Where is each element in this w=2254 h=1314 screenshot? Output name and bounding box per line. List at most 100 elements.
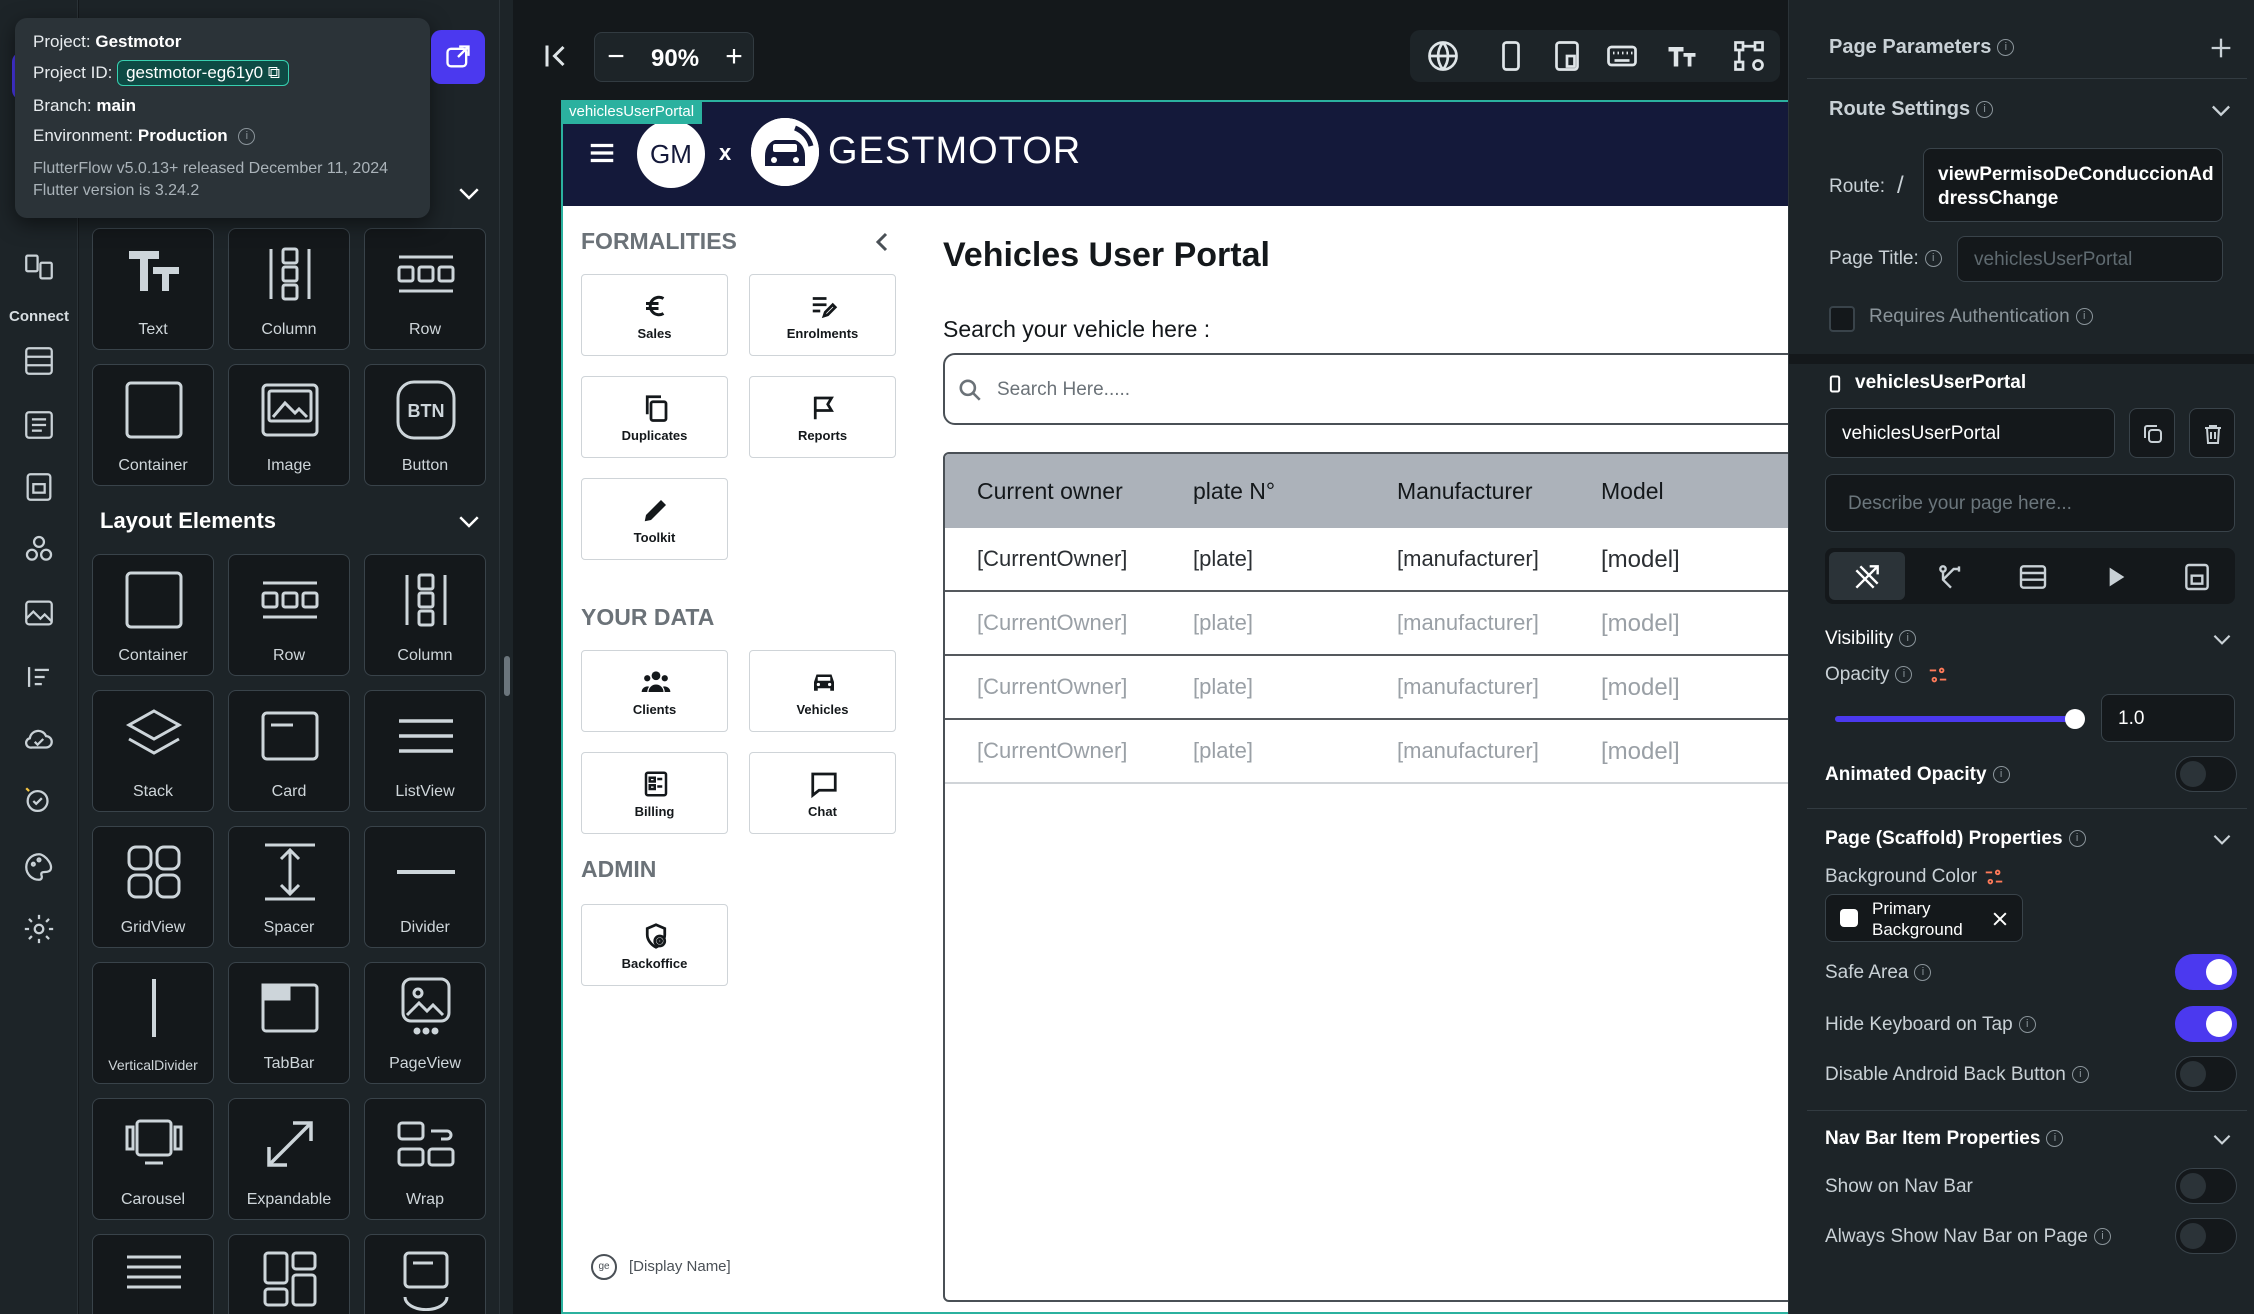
menu-tile-toolkit[interactable]: Toolkit [581, 478, 728, 560]
collapse-panel-icon[interactable] [538, 38, 574, 74]
opacity-slider-track[interactable] [1835, 709, 2085, 729]
text-scale-icon[interactable] [1664, 38, 1700, 74]
phone-icon[interactable] [1493, 38, 1529, 74]
menu-tile-reports[interactable]: Reports [749, 376, 896, 458]
zoom-in-button[interactable]: + [719, 42, 749, 73]
chevron-down-icon[interactable] [2209, 826, 2235, 852]
custom-code-icon[interactable] [22, 660, 56, 694]
widget-tile-button[interactable]: BTN Button [364, 364, 486, 486]
widget-tile-container[interactable]: Container [92, 554, 214, 676]
project-id-badge[interactable]: gestmotor-eg61y0 ⧉ [117, 60, 289, 86]
menu-tile-sales[interactable]: Sales [581, 274, 728, 356]
settings-icon[interactable] [22, 912, 56, 946]
integrations-icon[interactable] [22, 532, 56, 566]
chevron-down-icon[interactable] [454, 178, 484, 208]
table-row[interactable]: [CurrentOwner] [plate] [manufacturer] [m… [945, 592, 1788, 656]
variable-icon[interactable] [1927, 664, 1949, 686]
route-settings-heading[interactable]: Route Settings i [1829, 98, 1994, 121]
widget-tile-more[interactable] [92, 1234, 214, 1314]
backend-query-icon[interactable] [2017, 561, 2049, 593]
opacity-input[interactable]: 1.0 [2101, 694, 2235, 742]
add-icon[interactable] [2207, 34, 2235, 62]
widget-tile-more[interactable] [228, 1234, 350, 1314]
page-parameters-heading[interactable]: Page Parameters i [1829, 36, 2015, 59]
menu-tile-vehicles[interactable]: Vehicles [749, 650, 896, 732]
zoom-out-button[interactable]: − [601, 42, 631, 73]
play-icon[interactable] [2099, 561, 2131, 593]
variable-icon[interactable] [1983, 866, 2005, 888]
widget-tile-tabbar[interactable]: TabBar [228, 962, 350, 1084]
layout-inspect-icon[interactable] [1731, 38, 1767, 74]
menu-tile-enrolments[interactable]: Enrolments [749, 274, 896, 356]
chevron-down-icon[interactable] [454, 506, 484, 536]
menu-tile-duplicates[interactable]: Duplicates [581, 376, 728, 458]
widget-tile-verticaldivider[interactable]: VerticalDivider [92, 962, 214, 1084]
table-row[interactable]: [CurrentOwner] [plate] [manufacturer] [m… [945, 720, 1788, 784]
column-header[interactable]: plate N° [1193, 478, 1275, 505]
zoom-level[interactable]: 90% [651, 45, 699, 73]
page-state-icon[interactable] [2181, 561, 2213, 593]
open-external-button[interactable] [431, 30, 485, 84]
cloud-functions-icon[interactable] [22, 722, 56, 756]
tests-icon[interactable] [22, 784, 56, 818]
menu-tile-clients[interactable]: Clients [581, 650, 728, 732]
panel-scrollbar[interactable] [504, 656, 510, 696]
widget-tile-column[interactable]: Column [364, 554, 486, 676]
table-row[interactable]: [CurrentOwner] [plate] [manufacturer] [m… [945, 528, 1788, 592]
widget-tile-card[interactable]: Card [228, 690, 350, 812]
column-header[interactable]: Manufacturer [1397, 478, 1533, 505]
copy-icon[interactable]: ⧉ [268, 63, 280, 82]
animated-opacity-toggle[interactable] [2175, 756, 2237, 792]
delete-page-button[interactable] [2189, 408, 2235, 458]
schema-icon[interactable] [22, 408, 56, 442]
widget-tile-column[interactable]: Column [228, 228, 350, 350]
widget-tile-listview[interactable]: ListView [364, 690, 486, 812]
widget-tile-container[interactable]: Container [92, 364, 214, 486]
hide-keyboard-toggle[interactable] [2175, 1006, 2237, 1042]
widget-tile-row[interactable]: Row [364, 228, 486, 350]
always-show-nav-toggle[interactable] [2175, 1218, 2237, 1254]
disable-back-toggle[interactable] [2175, 1056, 2237, 1092]
chevron-down-icon[interactable] [2209, 1126, 2235, 1152]
duplicate-page-button[interactable] [2129, 408, 2175, 458]
widget-tile-row[interactable]: Row [228, 554, 350, 676]
opacity-slider-thumb[interactable] [2065, 709, 2085, 729]
search-input[interactable] [997, 375, 1697, 405]
column-header[interactable]: Current owner [977, 478, 1123, 505]
theme-icon[interactable] [22, 850, 56, 884]
widget-tile-image[interactable]: Image [228, 364, 350, 486]
page-description-field[interactable]: Describe your page here... [1825, 474, 2235, 532]
chevron-down-icon[interactable] [2207, 96, 2235, 124]
properties-icon[interactable] [1851, 561, 1883, 593]
widget-tile-more[interactable] [364, 1234, 486, 1314]
column-header[interactable]: Model [1601, 478, 1664, 505]
menu-tile-billing[interactable]: Billing [581, 752, 728, 834]
chevron-left-icon[interactable] [871, 230, 895, 254]
safe-area-toggle[interactable] [2175, 954, 2237, 990]
widget-tile-wrap[interactable]: Wrap [364, 1098, 486, 1220]
media-assets-icon[interactable] [22, 596, 56, 630]
requires-auth-checkbox[interactable] [1829, 306, 1855, 332]
actions-icon[interactable] [1935, 561, 1967, 593]
app-state-icon[interactable] [22, 470, 56, 504]
tablet-icon[interactable] [1549, 38, 1585, 74]
chevron-down-icon[interactable] [2209, 626, 2235, 652]
show-nav-toggle[interactable] [2175, 1168, 2237, 1204]
widget-tile-stack[interactable]: Stack [92, 690, 214, 812]
data-types-icon[interactable] [22, 250, 56, 284]
menu-tile-backoffice[interactable]: Backoffice [581, 904, 728, 986]
widget-tile-divider[interactable]: Divider [364, 826, 486, 948]
route-field[interactable]: viewPermisoDeConduccionAddressChange [1923, 148, 2223, 222]
bg-color-field[interactable]: Primary Background [1825, 894, 2023, 942]
page-canvas[interactable]: GM x GESTMOTOR FORMALITIES Sales Enrolme… [561, 100, 1790, 1314]
widget-tile-spacer[interactable]: Spacer [228, 826, 350, 948]
globe-icon[interactable] [1425, 38, 1461, 74]
close-icon[interactable] [1990, 909, 2010, 929]
keyboard-icon[interactable] [1604, 38, 1640, 74]
widget-tile-text[interactable]: Text [92, 228, 214, 350]
widget-tile-carousel[interactable]: Carousel [92, 1098, 214, 1220]
page-title-field[interactable]: vehiclesUserPortal [1957, 236, 2223, 282]
page-name-field[interactable]: vehiclesUserPortal [1825, 408, 2115, 458]
menu-icon[interactable] [587, 138, 617, 168]
widget-tile-pageview[interactable]: PageView [364, 962, 486, 1084]
